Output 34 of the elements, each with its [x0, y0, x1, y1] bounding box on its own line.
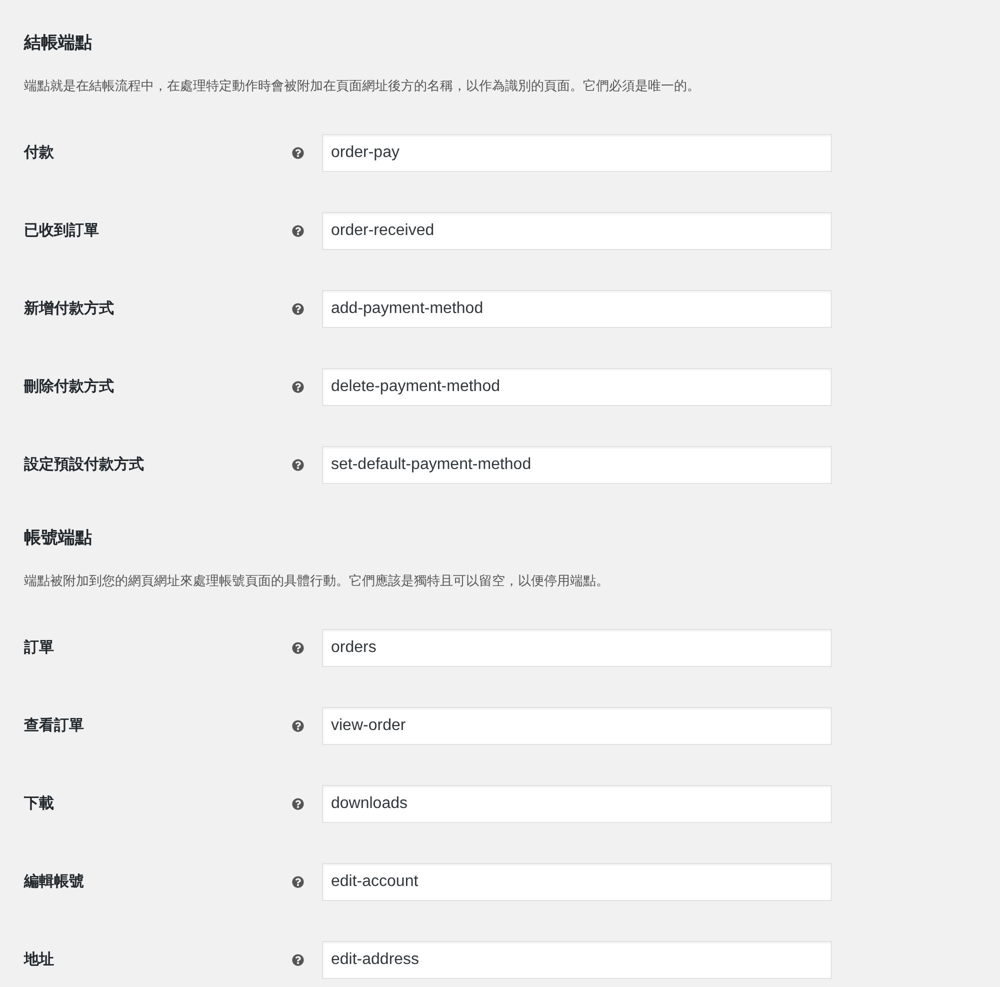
help-icon[interactable]	[292, 798, 304, 810]
field-label: 設定預設付款方式	[24, 454, 145, 475]
help-icon[interactable]	[292, 954, 304, 966]
endpoint-field[interactable]: edit-address	[322, 941, 832, 979]
help-icon[interactable]	[292, 876, 304, 888]
help-icon[interactable]	[292, 459, 304, 471]
field-label: 查看訂單	[24, 716, 85, 736]
endpoint-field[interactable]: order-pay	[322, 134, 832, 172]
section-description: 端點被附加到您的網頁網址來處理帳號頁面的具體行動。它們應該是獨特且可以留空，以便停用端點。	[24, 572, 609, 590]
help-icon[interactable]	[292, 381, 304, 393]
field-label: 刪除付款方式	[24, 376, 115, 397]
help-icon[interactable]	[292, 720, 304, 732]
help-icon[interactable]	[292, 225, 304, 237]
field-label: 訂單	[24, 638, 55, 658]
endpoint-field[interactable]: order-received	[322, 212, 832, 250]
endpoint-field[interactable]: edit-account	[322, 863, 832, 901]
endpoint-field[interactable]: downloads	[322, 785, 832, 823]
endpoint-field[interactable]: delete-payment-method	[322, 368, 832, 406]
endpoint-field[interactable]: orders	[322, 629, 832, 667]
field-label: 地址	[24, 950, 55, 970]
help-icon[interactable]	[292, 642, 304, 654]
field-label: 付款	[24, 142, 55, 163]
endpoint-field[interactable]: add-payment-method	[322, 290, 832, 328]
field-label: 新增付款方式	[24, 298, 115, 319]
help-icon[interactable]	[292, 303, 304, 315]
field-label: 已收到訂單	[24, 220, 100, 241]
help-icon[interactable]	[292, 147, 304, 159]
field-label: 下載	[24, 794, 55, 814]
endpoint-field[interactable]: view-order	[322, 707, 832, 745]
section-description: 端點就是在結帳流程中，在處理特定動作時會被附加在頁面網址後方的名稱，以作為識別的頁面。它們必須是唯一的。	[24, 77, 700, 95]
field-label: 編輯帳號	[24, 872, 85, 892]
endpoint-field[interactable]: set-default-payment-method	[322, 446, 832, 484]
section-heading: 帳號端點	[24, 527, 92, 549]
section-heading: 結帳端點	[24, 32, 92, 54]
